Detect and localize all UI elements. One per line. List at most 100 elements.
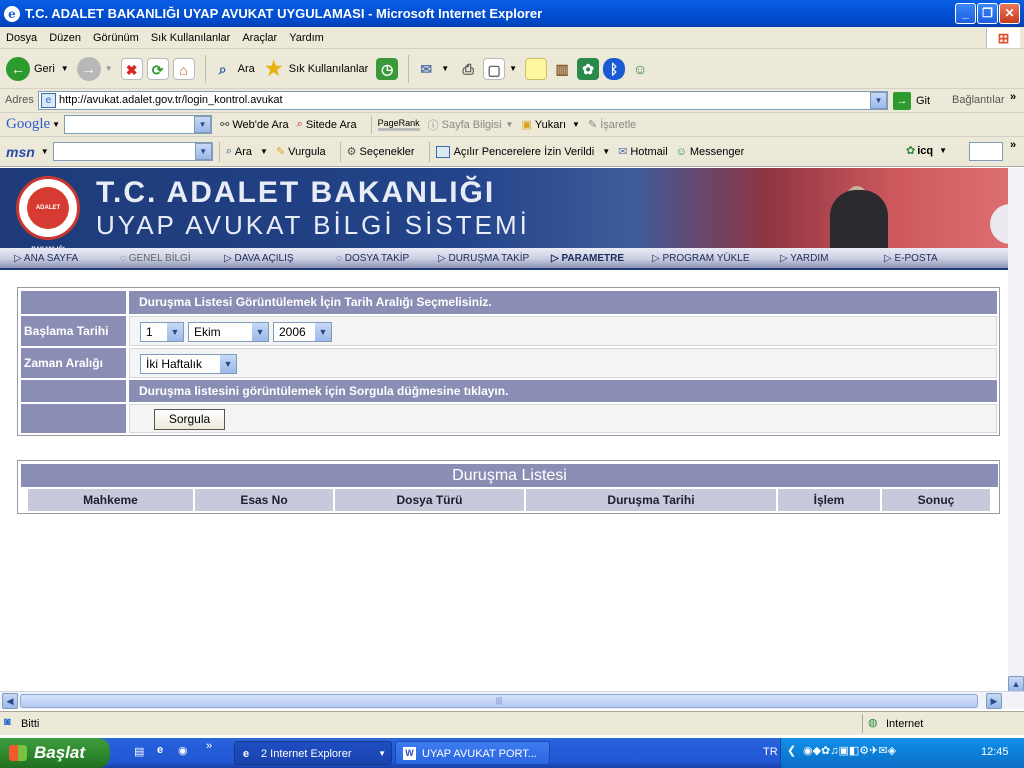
- options-button[interactable]: ⚙ Seçenekler: [347, 145, 415, 159]
- nav-program-yukle[interactable]: ▷ PROGRAM YÜKLE: [652, 251, 750, 267]
- address-dropdown-icon[interactable]: ▼: [870, 92, 887, 109]
- year-select[interactable]: 2006 ▼: [273, 322, 332, 342]
- home-icon[interactable]: ⌂: [172, 57, 195, 80]
- highlight-button[interactable]: ✎ İşaretle: [588, 118, 636, 132]
- minimize-button[interactable]: _: [955, 3, 976, 24]
- print-icon[interactable]: ⎙: [457, 58, 479, 80]
- icq-icon[interactable]: ✿: [577, 57, 600, 80]
- stop-icon[interactable]: ✖: [120, 57, 143, 80]
- nav-dava-acilis[interactable]: ▷ DAVA AÇILIŞ: [224, 251, 294, 267]
- quicklaunch-ie-icon[interactable]: e: [157, 744, 163, 756]
- messenger-button[interactable]: ☺ Messenger: [676, 146, 745, 158]
- vertical-scrollbar[interactable]: ▲: [1008, 168, 1024, 692]
- back-button[interactable]: ← Geri ▼: [6, 56, 69, 81]
- forward-button[interactable]: → ▼: [76, 56, 113, 81]
- menu-duzen[interactable]: Düzen: [43, 27, 87, 49]
- site-search-icon: ⌕: [296, 118, 303, 130]
- scroll-right-icon[interactable]: ▶: [986, 693, 1002, 709]
- notes-icon[interactable]: [525, 57, 548, 80]
- msn-logo[interactable]: msn: [6, 144, 35, 160]
- nav-ana-sayfa[interactable]: ▷ ANA SAYFA: [14, 251, 79, 267]
- flower-icon: ✿: [906, 145, 916, 157]
- menu-favorites[interactable]: Sık Kullanılanlar: [145, 27, 237, 49]
- search-label: Ara: [237, 62, 255, 75]
- icq-input[interactable]: [969, 142, 1003, 161]
- zone-text: Internet: [886, 718, 924, 730]
- search-button[interactable]: ⌕ Ara: [212, 58, 255, 80]
- bluetooth-icon[interactable]: ᛒ: [603, 57, 626, 80]
- up-button[interactable]: ▣ Yukarı ▼: [521, 118, 580, 132]
- favorites-button[interactable]: ★ Sık Kullanılanlar: [263, 58, 368, 80]
- web-search-button[interactable]: ⚯ Web'de Ara: [220, 118, 289, 132]
- submit-cell: Sorgula: [129, 404, 997, 433]
- task-ie-group[interactable]: e 2 Internet Explorer ▼: [234, 741, 392, 765]
- range-select[interactable]: İki Haftalık ▼: [140, 354, 237, 374]
- hotmail-button[interactable]: ✉ Hotmail: [618, 145, 668, 159]
- history-icon[interactable]: ◷: [376, 57, 399, 80]
- site-search-button[interactable]: ⌕ Sitede Ara: [297, 118, 357, 131]
- menu-dosya[interactable]: Dosya: [0, 27, 43, 49]
- back-label: Geri: [34, 62, 55, 75]
- scroll-left-icon[interactable]: ◀: [2, 693, 18, 709]
- col-islem: İşlem: [778, 489, 880, 511]
- links-label[interactable]: Bağlantılar: [952, 94, 1005, 106]
- blank-label-cell: [21, 404, 126, 433]
- task-word[interactable]: W UYAP AVUKAT PORT...: [395, 741, 550, 765]
- task-word-label: UYAP AVUKAT PORT...: [422, 748, 537, 760]
- month-select[interactable]: Ekim ▼: [188, 322, 269, 342]
- page-icon: e: [41, 93, 56, 108]
- menu-tools[interactable]: Araçlar: [236, 27, 283, 49]
- refresh-icon[interactable]: ⟳: [146, 57, 169, 80]
- nav-e-posta[interactable]: ▷ E-POSTA: [884, 251, 938, 267]
- menu-help[interactable]: Yardım: [283, 27, 330, 49]
- google-logo[interactable]: Google: [6, 116, 50, 133]
- close-button[interactable]: ✕: [999, 3, 1020, 24]
- mail-icon[interactable]: ✉: [415, 58, 437, 80]
- envelope-icon: ✉: [618, 146, 628, 158]
- day-select[interactable]: 1 ▼: [140, 322, 184, 342]
- desktop-icon[interactable]: ▤: [134, 745, 144, 758]
- msn-search-button[interactable]: ⌕ Ara ▼: [226, 145, 268, 158]
- language-indicator[interactable]: TR: [763, 746, 778, 758]
- nav-parametre[interactable]: ▷ PARAMETRE: [551, 251, 625, 267]
- tray-expand-icon[interactable]: ❮: [787, 744, 796, 757]
- popup-blocker-button[interactable]: Açılır Pencerelere İzin Verildi ▼: [435, 145, 610, 158]
- msn-dropdown-icon[interactable]: ▼: [194, 143, 212, 160]
- scroll-thumb[interactable]: |||: [20, 694, 978, 708]
- go-button[interactable]: → Git: [893, 92, 930, 110]
- edit-icon[interactable]: ▢: [483, 57, 506, 80]
- status-text: Bitti: [21, 718, 40, 730]
- menu-gorunum[interactable]: Görünüm: [87, 27, 145, 49]
- form-header: Duruşma Listesi Görüntülemek İçin Tarih …: [129, 291, 997, 314]
- msn-search-label: Ara: [234, 145, 253, 158]
- msn-search-input[interactable]: ▼: [52, 142, 213, 161]
- start-button[interactable]: Başlat: [0, 738, 110, 768]
- tray-app-icons[interactable]: ◉◆✿♫▣◧⚙✈✉◈: [803, 744, 896, 757]
- blank-label-cell: [21, 291, 126, 314]
- icq-button[interactable]: ✿ icq ▼: [906, 144, 947, 158]
- page-info-button[interactable]: ⓘ Sayfa Bilgisi ▼: [428, 117, 514, 133]
- nav-dosya-takip[interactable]: ◌ DOSYA TAKİP: [336, 251, 410, 267]
- nav-yardim[interactable]: ▷ YARDIM: [780, 251, 829, 267]
- horizontal-scrollbar[interactable]: ◀ ||| ▶: [0, 691, 1024, 709]
- nav-label: DOSYA TAKİP: [344, 253, 410, 264]
- quicklaunch-media-icon[interactable]: ◉: [178, 744, 188, 757]
- restore-button[interactable]: ❐: [977, 3, 998, 24]
- status-bar: ◙ Bitti ◍ Internet: [0, 711, 1024, 735]
- google-search-input[interactable]: ▼: [64, 115, 213, 134]
- address-input[interactable]: e http://avukat.adalet.gov.tr/login_kont…: [38, 91, 888, 110]
- range-cell: İki Haftalık ▼: [129, 348, 997, 378]
- list-title: Duruşma Listesi: [21, 464, 998, 487]
- research-icon[interactable]: ▥: [551, 58, 573, 80]
- sorgula-button[interactable]: Sorgula: [154, 409, 225, 430]
- quicklaunch-chevron-icon[interactable]: »: [206, 740, 212, 752]
- msn-chevron-icon[interactable]: »: [1010, 139, 1016, 151]
- google-dropdown-icon[interactable]: ▼: [194, 116, 212, 133]
- msn-highlight-button[interactable]: ✎ Vurgula: [276, 145, 326, 159]
- nav-genel-bilgi[interactable]: ◌ GENEL BİLGİ: [120, 251, 191, 267]
- clock[interactable]: 12:45: [981, 746, 1009, 758]
- nav-durusma-takip[interactable]: ▷ DURUŞMA TAKİP: [438, 251, 530, 267]
- chevron-right-icon[interactable]: »: [1010, 91, 1016, 103]
- scroll-up-icon[interactable]: ▲: [1008, 676, 1024, 692]
- messenger-icon[interactable]: ☺: [629, 58, 651, 80]
